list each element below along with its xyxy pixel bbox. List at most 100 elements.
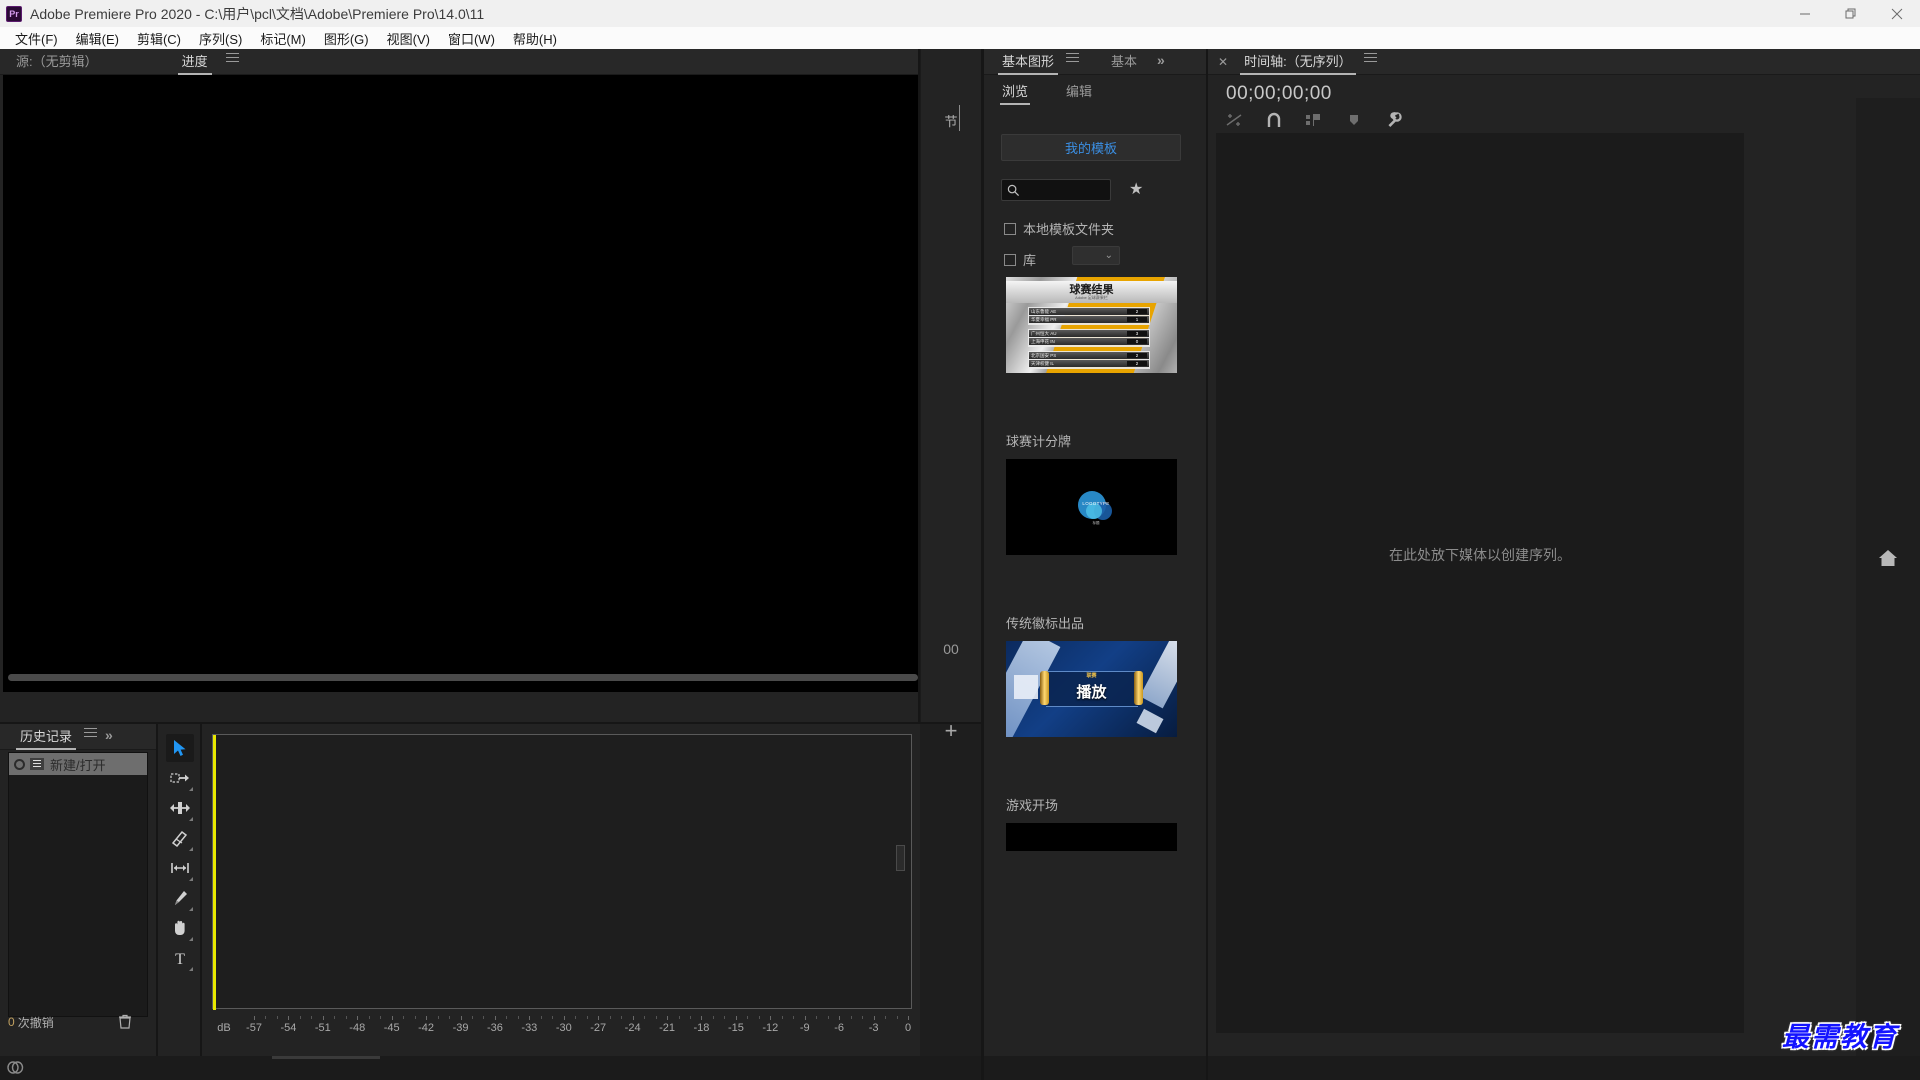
- hand-tool[interactable]: [166, 914, 194, 942]
- audio-minor-tick: [334, 1016, 336, 1019]
- snap-icon[interactable]: [1264, 111, 1284, 129]
- section-label: 节: [944, 114, 958, 129]
- panel-divider[interactable]: [981, 49, 984, 1080]
- tool-flyout-indicator[interactable]: [189, 967, 193, 971]
- my-templates-button[interactable]: 我的模板: [1001, 134, 1181, 161]
- history-footer: 0 次撤销: [8, 1012, 148, 1032]
- essential-graphics-menu-icon[interactable]: [1066, 50, 1080, 68]
- favorites-star-icon[interactable]: ★: [1129, 182, 1143, 198]
- history-list[interactable]: 新建/打开: [8, 752, 148, 1017]
- source-video-area[interactable]: [3, 75, 935, 692]
- close-button[interactable]: [1874, 0, 1920, 27]
- menu-item-window[interactable]: 窗口(W): [439, 27, 504, 50]
- linked-selection-icon[interactable]: [1224, 111, 1244, 129]
- checkbox-box[interactable]: [1004, 253, 1016, 266]
- tool-flyout-indicator[interactable]: [189, 817, 193, 821]
- minimize-button[interactable]: [1782, 0, 1828, 27]
- template-list[interactable]: 球赛结果 Adobe 足球赛果栏 山东鲁能 AE 2 华夏幸福 PR 1 广州恒…: [984, 277, 1208, 1047]
- tool-flyout-indicator[interactable]: [189, 877, 193, 881]
- overflow-chevron-icon[interactable]: »: [105, 727, 113, 743]
- list-item[interactable]: 游戏开场: [984, 795, 1208, 851]
- search-input[interactable]: [1024, 183, 1106, 197]
- creative-cloud-icon[interactable]: [7, 1060, 24, 1075]
- track-select-forward-tool[interactable]: [166, 764, 194, 792]
- panel-divider[interactable]: [0, 722, 981, 724]
- source-panel-menu-icon[interactable]: [225, 50, 239, 68]
- type-tool[interactable]: T: [166, 944, 194, 972]
- menu-item-graphics[interactable]: 图形(G): [315, 27, 378, 50]
- meter-peak-line: [213, 735, 216, 1010]
- meter-resize-handle[interactable]: [896, 845, 905, 871]
- add-section-button[interactable]: +: [921, 720, 981, 742]
- pen-tool[interactable]: [166, 884, 194, 912]
- tool-flyout-indicator[interactable]: [189, 787, 193, 791]
- template-thumbnail[interactable]: 球赛结果 Adobe 足球赛果栏 山东鲁能 AE 2 华夏幸福 PR 1 广州恒…: [1006, 277, 1177, 373]
- selection-tool[interactable]: [166, 734, 194, 762]
- trash-icon[interactable]: [118, 1014, 132, 1032]
- slip-tool[interactable]: [166, 854, 194, 882]
- tab-progress[interactable]: 进度: [172, 48, 218, 75]
- tool-flyout-indicator[interactable]: [189, 907, 193, 911]
- menu-item-clip[interactable]: 剪辑(C): [128, 27, 190, 50]
- checkbox-library[interactable]: 库: [1004, 250, 1036, 269]
- tab-essential-sound[interactable]: 基本: [1101, 48, 1147, 75]
- audio-minor-tick: [621, 1016, 623, 1019]
- audio-tick: [254, 1016, 255, 1020]
- window-title: Adobe Premiere Pro 2020 - C:\用户\pcl\文档\A…: [30, 5, 485, 22]
- template-thumbnail[interactable]: [1006, 823, 1177, 851]
- panel-divider[interactable]: [156, 724, 158, 1056]
- tab-timeline[interactable]: 时间轴:（无序列）: [1234, 48, 1362, 75]
- checkbox-box[interactable]: [1004, 222, 1016, 235]
- template-thumbnail[interactable]: LOGOTYPE 标题: [1006, 459, 1177, 555]
- document-icon: [30, 758, 44, 770]
- source-horizontal-scrollbar[interactable]: [8, 672, 928, 682]
- subtab-edit[interactable]: 编辑: [1058, 78, 1100, 105]
- restore-button[interactable]: [1828, 0, 1874, 27]
- menu-item-file[interactable]: 文件(F): [6, 27, 67, 50]
- list-item[interactable]: 球赛计分牌 LOGOTYPE 标题: [984, 431, 1208, 555]
- timeline-menu-icon[interactable]: [1363, 50, 1377, 68]
- audio-meter-area[interactable]: [212, 734, 912, 1010]
- library-dropdown[interactable]: ⌄: [1072, 246, 1120, 265]
- menu-item-marker[interactable]: 标记(M): [251, 27, 315, 50]
- list-item[interactable]: 传统徽标出品 联赛 播放: [984, 613, 1208, 737]
- panel-divider[interactable]: [918, 49, 920, 724]
- tool-flyout-indicator[interactable]: [189, 937, 193, 941]
- pen-icon: [175, 891, 187, 905]
- menu-item-view[interactable]: 视图(V): [378, 27, 439, 50]
- template-thumbnail[interactable]: 联赛 播放: [1006, 641, 1177, 737]
- tab-essential-graphics[interactable]: 基本图形: [992, 48, 1064, 75]
- audio-tick-label: -42: [418, 1022, 435, 1034]
- overflow-chevron-icon[interactable]: »: [1157, 52, 1165, 68]
- menu-item-edit[interactable]: 编辑(E): [67, 27, 128, 50]
- timeline-timecode[interactable]: 00;00;00;00: [1226, 83, 1332, 105]
- tab-source[interactable]: 源:（无剪辑）: [6, 48, 108, 75]
- audio-minor-tick: [747, 1016, 749, 1019]
- checkbox-local-template-folder[interactable]: 本地模板文件夹: [1004, 219, 1114, 238]
- marker-icon[interactable]: [1344, 111, 1364, 129]
- snapshot-radio-icon[interactable]: [14, 758, 25, 770]
- history-menu-icon[interactable]: [84, 725, 98, 743]
- audio-db-scale: dB -57 -54 -51 -48 -45 -42 -39 -36 -33 -30 -27 -24 -2…: [212, 1016, 912, 1042]
- list-item[interactable]: 新建/打开: [9, 753, 147, 775]
- timeline-work-area[interactable]: 在此处放下媒体以创建序列。: [1216, 133, 1744, 1033]
- razor-tool[interactable]: [166, 824, 194, 852]
- audio-tick: [460, 1016, 462, 1020]
- search-field[interactable]: [1001, 179, 1111, 201]
- tool-flyout-indicator[interactable]: [189, 847, 193, 851]
- home-icon[interactable]: [1877, 548, 1899, 573]
- subtab-browse[interactable]: 浏览: [994, 78, 1036, 105]
- tab-history[interactable]: 历史记录: [10, 723, 82, 750]
- close-icon[interactable]: ✕: [1218, 55, 1228, 69]
- panel-divider[interactable]: [1206, 49, 1208, 1080]
- wrench-icon[interactable]: [1384, 111, 1404, 129]
- add-marker-icon[interactable]: [1304, 111, 1324, 129]
- panel-divider[interactable]: [200, 724, 202, 1056]
- menu-item-sequence[interactable]: 序列(S): [190, 27, 251, 50]
- menu-item-help[interactable]: 帮助(H): [504, 27, 566, 50]
- arrow-icon: [174, 740, 186, 756]
- scrollbar-thumb[interactable]: [8, 674, 918, 681]
- ripple-edit-tool[interactable]: [166, 794, 194, 822]
- hand-icon: [175, 920, 185, 935]
- list-item[interactable]: 球赛结果 Adobe 足球赛果栏 山东鲁能 AE 2 华夏幸福 PR 1 广州恒…: [984, 277, 1208, 373]
